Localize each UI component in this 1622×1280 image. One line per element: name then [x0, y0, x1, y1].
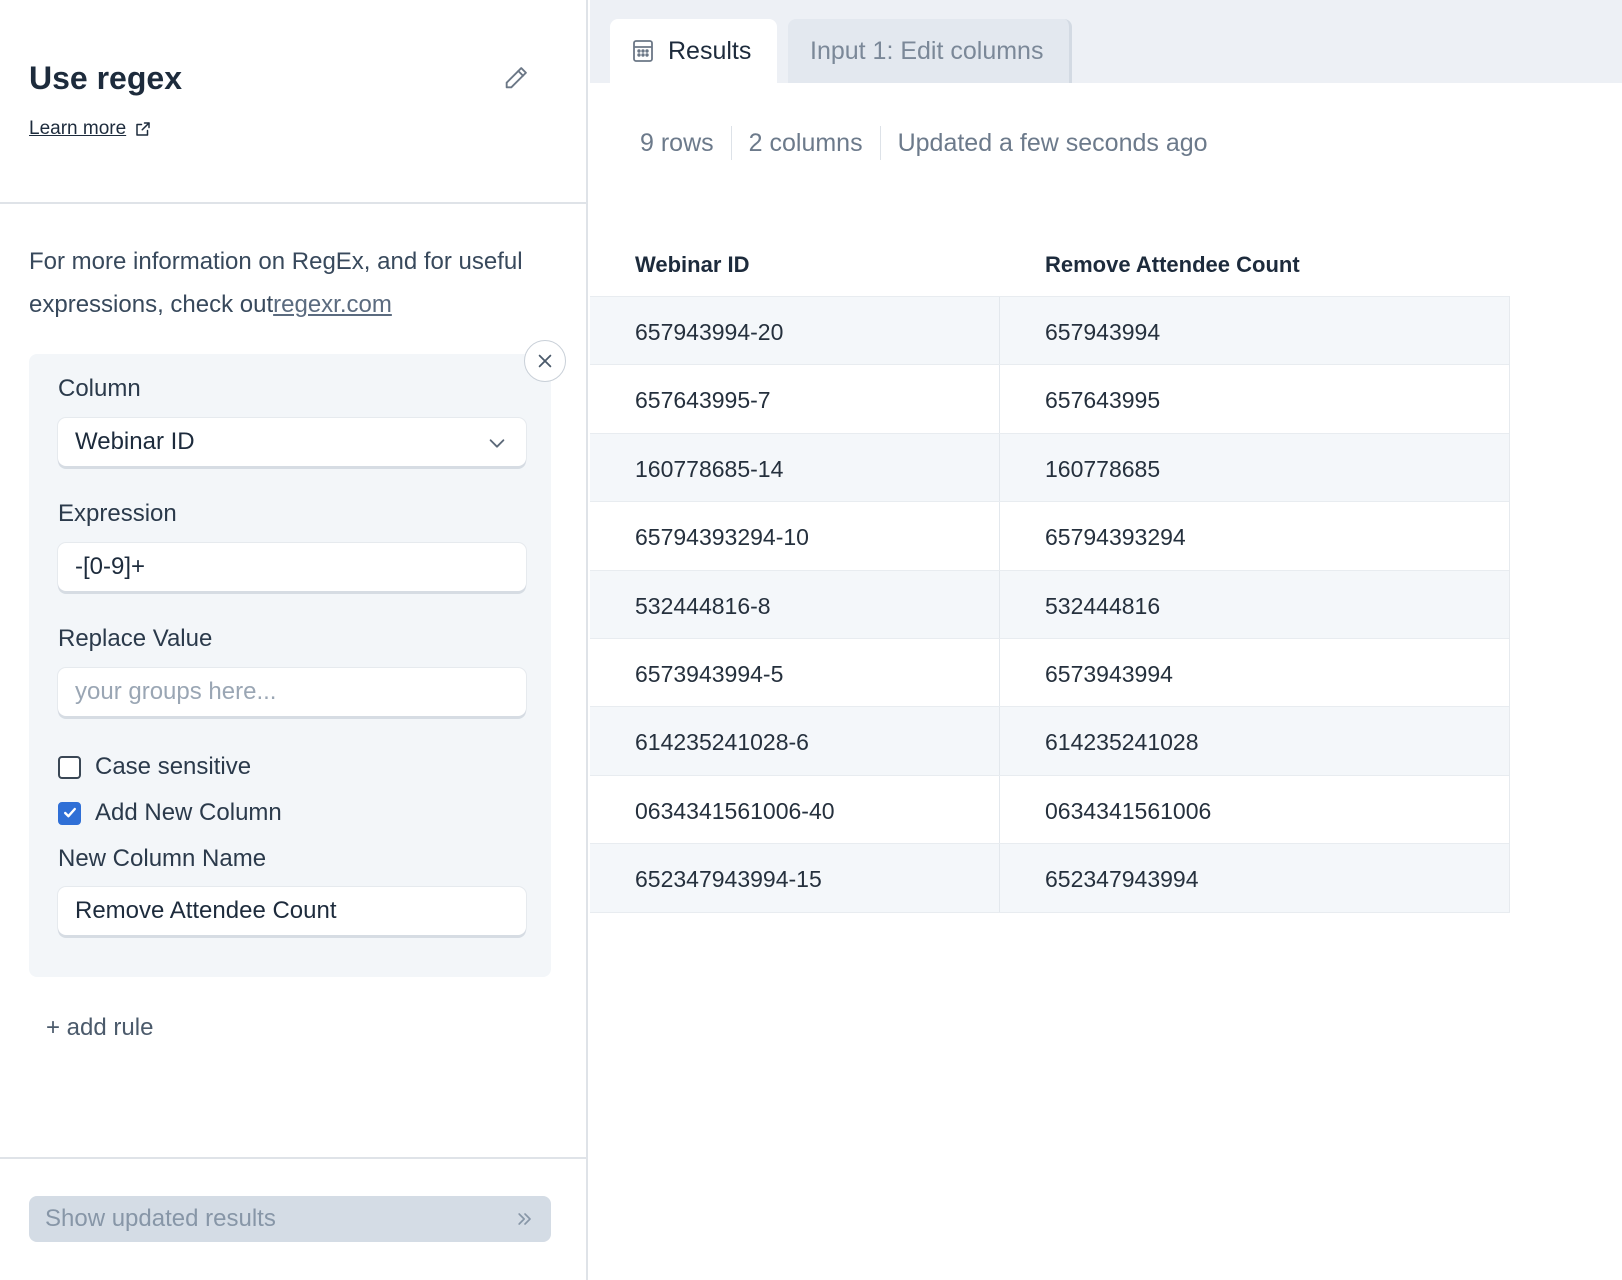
cell-webinar-id[interactable]: 160778685-14 [635, 456, 783, 483]
replace-value-label: Replace Value [58, 625, 213, 652]
calculator-icon [633, 40, 653, 62]
external-link-icon [136, 122, 150, 136]
cell-webinar-id[interactable]: 532444816-8 [635, 593, 771, 620]
table-row: 0634341561006-40 0634341561006 [590, 774, 1510, 844]
tab-results[interactable]: Results [610, 19, 777, 83]
results-table: Webinar ID Remove Attendee Count 6579439… [590, 240, 1510, 913]
table-row: 657643995-7 657643995 [590, 364, 1510, 433]
tab-input-1-label: Input 1: Edit columns [810, 36, 1044, 65]
updated-timestamp: Updated a few seconds ago [897, 128, 1208, 157]
cell-remove-attendee-count[interactable]: 6573943994 [1045, 661, 1173, 688]
column-divider [999, 502, 1000, 570]
table-row: 160778685-14 160778685 [590, 432, 1510, 502]
header-remove-attendee-count[interactable]: Remove Attendee Count [1045, 252, 1300, 278]
column-divider [999, 707, 1000, 775]
cell-remove-attendee-count[interactable]: 657643995 [1045, 387, 1160, 414]
table-row: 652347943994-15 652347943994 [590, 843, 1510, 912]
remove-rule-button[interactable] [524, 340, 566, 382]
column-divider [999, 433, 1000, 502]
step-config-panel: Use regex Learn more For more informatio… [0, 0, 588, 1280]
regexr-link[interactable]: regexr.com [273, 291, 392, 318]
new-column-name-label: New Column Name [58, 845, 267, 872]
table-header: Webinar ID Remove Attendee Count [590, 240, 1510, 296]
pencil-icon [505, 67, 527, 89]
column-divider [999, 775, 1000, 844]
add-rule-button[interactable]: + add rule [46, 1014, 153, 1042]
expression-input[interactable] [58, 543, 526, 591]
row-count: 9 rows [640, 128, 714, 157]
table-row: 532444816-8 532444816 [590, 569, 1510, 638]
cell-webinar-id[interactable]: 614235241028-6 [635, 729, 809, 756]
table-row: 614235241028-6 614235241028 [590, 706, 1510, 775]
cell-webinar-id[interactable]: 65794393294-10 [635, 524, 809, 551]
expression-label: Expression [58, 500, 177, 527]
results-meta: 9 rows 2 columns Updated a few seconds a… [640, 126, 1208, 160]
table-row: 6573943994-5 6573943994 [590, 637, 1510, 707]
step-header: Use regex Learn more [0, 0, 586, 204]
meta-divider [730, 126, 732, 160]
tab-bar: Results Input 1: Edit columns [590, 0, 1622, 83]
cell-webinar-id[interactable]: 657643995-7 [635, 387, 771, 414]
column-divider [999, 297, 1000, 365]
cell-remove-attendee-count[interactable]: 657943994 [1045, 319, 1160, 346]
tab-results-label: Results [668, 36, 752, 65]
add-new-column-label: Add New Column [95, 799, 282, 826]
cell-remove-attendee-count[interactable]: 532444816 [1045, 593, 1160, 620]
cell-webinar-id[interactable]: 6573943994-5 [635, 661, 783, 688]
tab-input-1[interactable]: Input 1: Edit columns [788, 19, 1072, 83]
cell-webinar-id[interactable]: 657943994-20 [635, 319, 783, 346]
column-divider [999, 844, 1000, 912]
column-count: 2 columns [748, 128, 863, 157]
column-select-value: Webinar ID [75, 428, 195, 455]
replace-value-input[interactable] [58, 668, 526, 716]
header-webinar-id[interactable]: Webinar ID [635, 252, 750, 278]
case-sensitive-option[interactable]: Case sensitive [58, 753, 251, 781]
checkmark-icon [63, 807, 76, 818]
table-body: 657943994-20 657943994 657643995-7 65764399… [590, 296, 1510, 912]
table-row: 657943994-20 657943994 [590, 296, 1510, 365]
cell-remove-attendee-count[interactable]: 65794393294 [1045, 524, 1186, 551]
case-sensitive-label: Case sensitive [95, 753, 252, 780]
new-column-name-input[interactable] [58, 887, 526, 935]
column-label: Column [58, 375, 141, 402]
learn-more-link[interactable]: Learn more [29, 118, 152, 140]
add-new-column-option[interactable]: Add New Column [58, 799, 282, 827]
double-chevron-right-icon [518, 1213, 531, 1225]
show-updated-results-button[interactable]: Show updated results [29, 1196, 551, 1242]
table-row: 65794393294-10 65794393294 [590, 501, 1510, 570]
column-select[interactable]: Webinar ID [58, 418, 526, 466]
table-bottom-border [590, 911, 1510, 913]
meta-divider [879, 126, 881, 160]
cell-remove-attendee-count[interactable]: 614235241028 [1045, 729, 1199, 756]
chevron-down-icon [489, 439, 505, 448]
results-panel: Results Input 1: Edit columns 9 rows 2 c… [590, 0, 1622, 1280]
cell-webinar-id[interactable]: 0634341561006-40 [635, 798, 835, 825]
show-results-label: Show updated results [45, 1205, 276, 1232]
step-title: Use regex [29, 60, 182, 96]
regex-info-text: For more information on RegEx, and for u… [29, 240, 529, 326]
column-divider [999, 638, 1000, 707]
cell-remove-attendee-count[interactable]: 160778685 [1045, 456, 1160, 483]
cell-remove-attendee-count[interactable]: 652347943994 [1045, 866, 1199, 893]
learn-more-label: Learn more [29, 118, 127, 139]
case-sensitive-checkbox[interactable] [58, 755, 81, 779]
table-right-edge [1509, 296, 1510, 912]
edit-title-button[interactable] [500, 62, 532, 94]
cell-remove-attendee-count[interactable]: 0634341561006 [1045, 798, 1211, 825]
close-icon [538, 354, 552, 368]
cell-webinar-id[interactable]: 652347943994-15 [635, 866, 822, 893]
column-divider [999, 365, 1000, 433]
add-new-column-checkbox[interactable] [58, 801, 81, 825]
column-divider [999, 570, 1000, 638]
